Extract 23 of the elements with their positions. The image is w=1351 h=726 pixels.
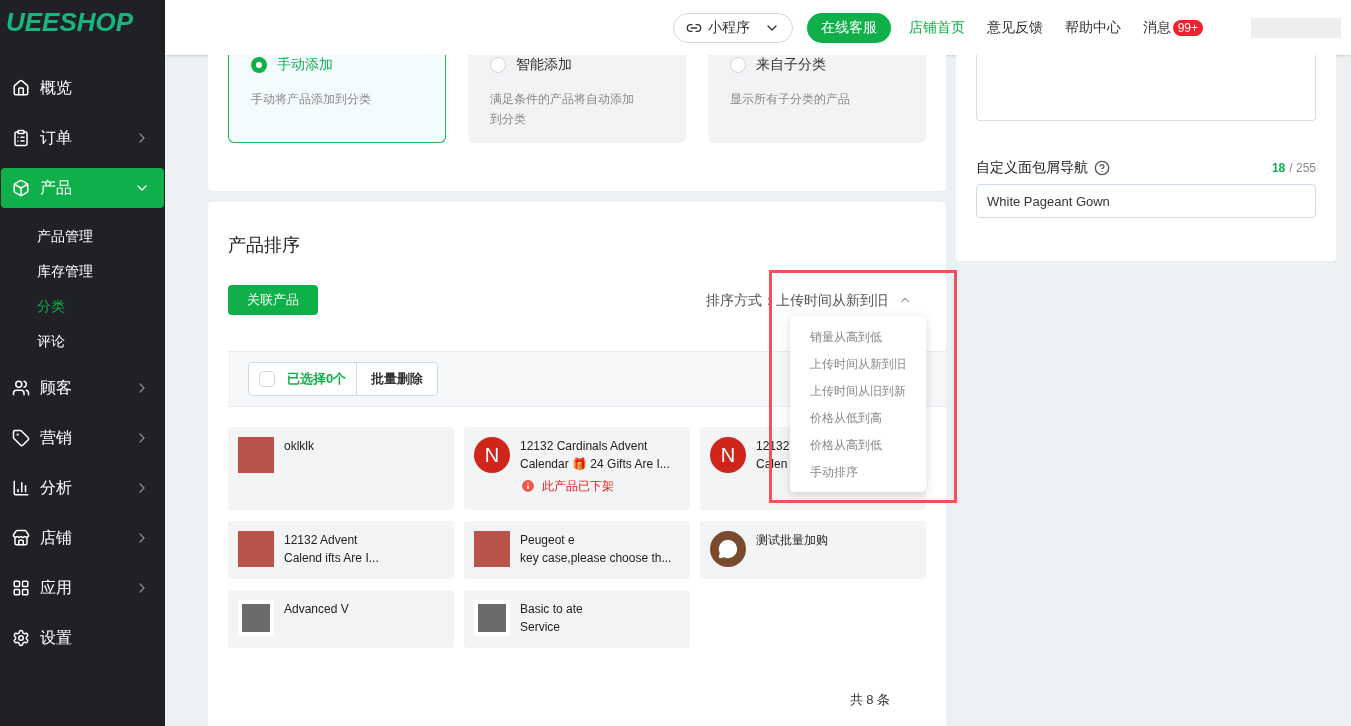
status-text: 此产品已下架 [542, 478, 614, 495]
total-count: 共 8 条 [849, 691, 890, 709]
field-label: 自定义面包屑导航 [976, 158, 1088, 177]
product-title: Peugeot e key case,please choose th... [520, 532, 672, 567]
product-title: 12132 Cardinals Advent Calendar 🎁 24 Gifts Are I... [520, 438, 670, 473]
product-title: Advanced V [284, 601, 349, 618]
selected-count: 已选择0个 [287, 370, 347, 389]
product-title: 测试批量加购 [756, 532, 828, 549]
product-title: oklklk [284, 438, 314, 455]
character-count: 18 [1271, 159, 1286, 177]
option-title: 智能添加 [516, 55, 572, 74]
product-title: 12132 Advent Calend ifts Are I... [284, 532, 379, 567]
option-description: 手动将产品添加到分类 [251, 91, 372, 108]
option-title: 手动添加 [277, 55, 333, 74]
product-title: Basic to ate Service [520, 601, 583, 636]
logo-image: N [710, 437, 746, 473]
option-description: 显示所有子分类的产品 [730, 91, 851, 108]
option-title: 来自子分类 [756, 55, 826, 74]
logo-image: N [474, 437, 510, 473]
character-limit: / 255 [1289, 159, 1316, 177]
count-badge: 99+ [1172, 19, 1203, 36]
option-description: 满足条件的产品将自动添加到分类 [490, 91, 635, 128]
section-title: 产品排序 [228, 234, 301, 257]
